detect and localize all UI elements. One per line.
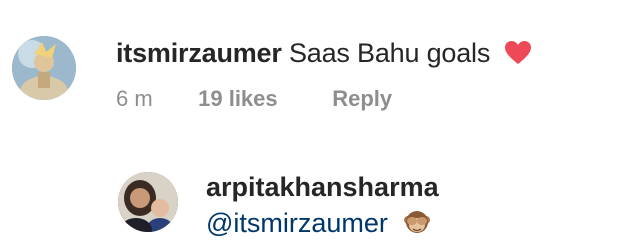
comment-line: itsmirzaumer Saas Bahu goals	[116, 38, 532, 72]
comment: itsmirzaumer Saas Bahu goals 6 m 19 like…	[0, 0, 640, 130]
reply-comment: arpitakhansharma @itsmirzaumer	[0, 160, 640, 240]
comment-time: 6 m	[116, 86, 153, 111]
reply-button[interactable]: Reply	[332, 86, 392, 112]
comment-username[interactable]: itsmirzaumer	[116, 38, 282, 68]
reply-username[interactable]: arpitakhansharma	[206, 172, 439, 203]
see-no-evil-monkey-icon	[403, 208, 431, 243]
comment-text: Saas Bahu goals	[288, 38, 491, 68]
avatar[interactable]	[118, 172, 178, 232]
avatar-image	[12, 36, 76, 100]
comment-meta: 6 m 19 likes Reply	[116, 86, 392, 112]
likes-count[interactable]: 19 likes	[198, 86, 326, 112]
mention-link[interactable]: @itsmirzaumer	[206, 208, 388, 238]
avatar[interactable]	[12, 36, 76, 100]
reply-text: @itsmirzaumer	[206, 208, 431, 243]
avatar-image	[118, 172, 178, 232]
red-heart-icon	[505, 41, 532, 72]
